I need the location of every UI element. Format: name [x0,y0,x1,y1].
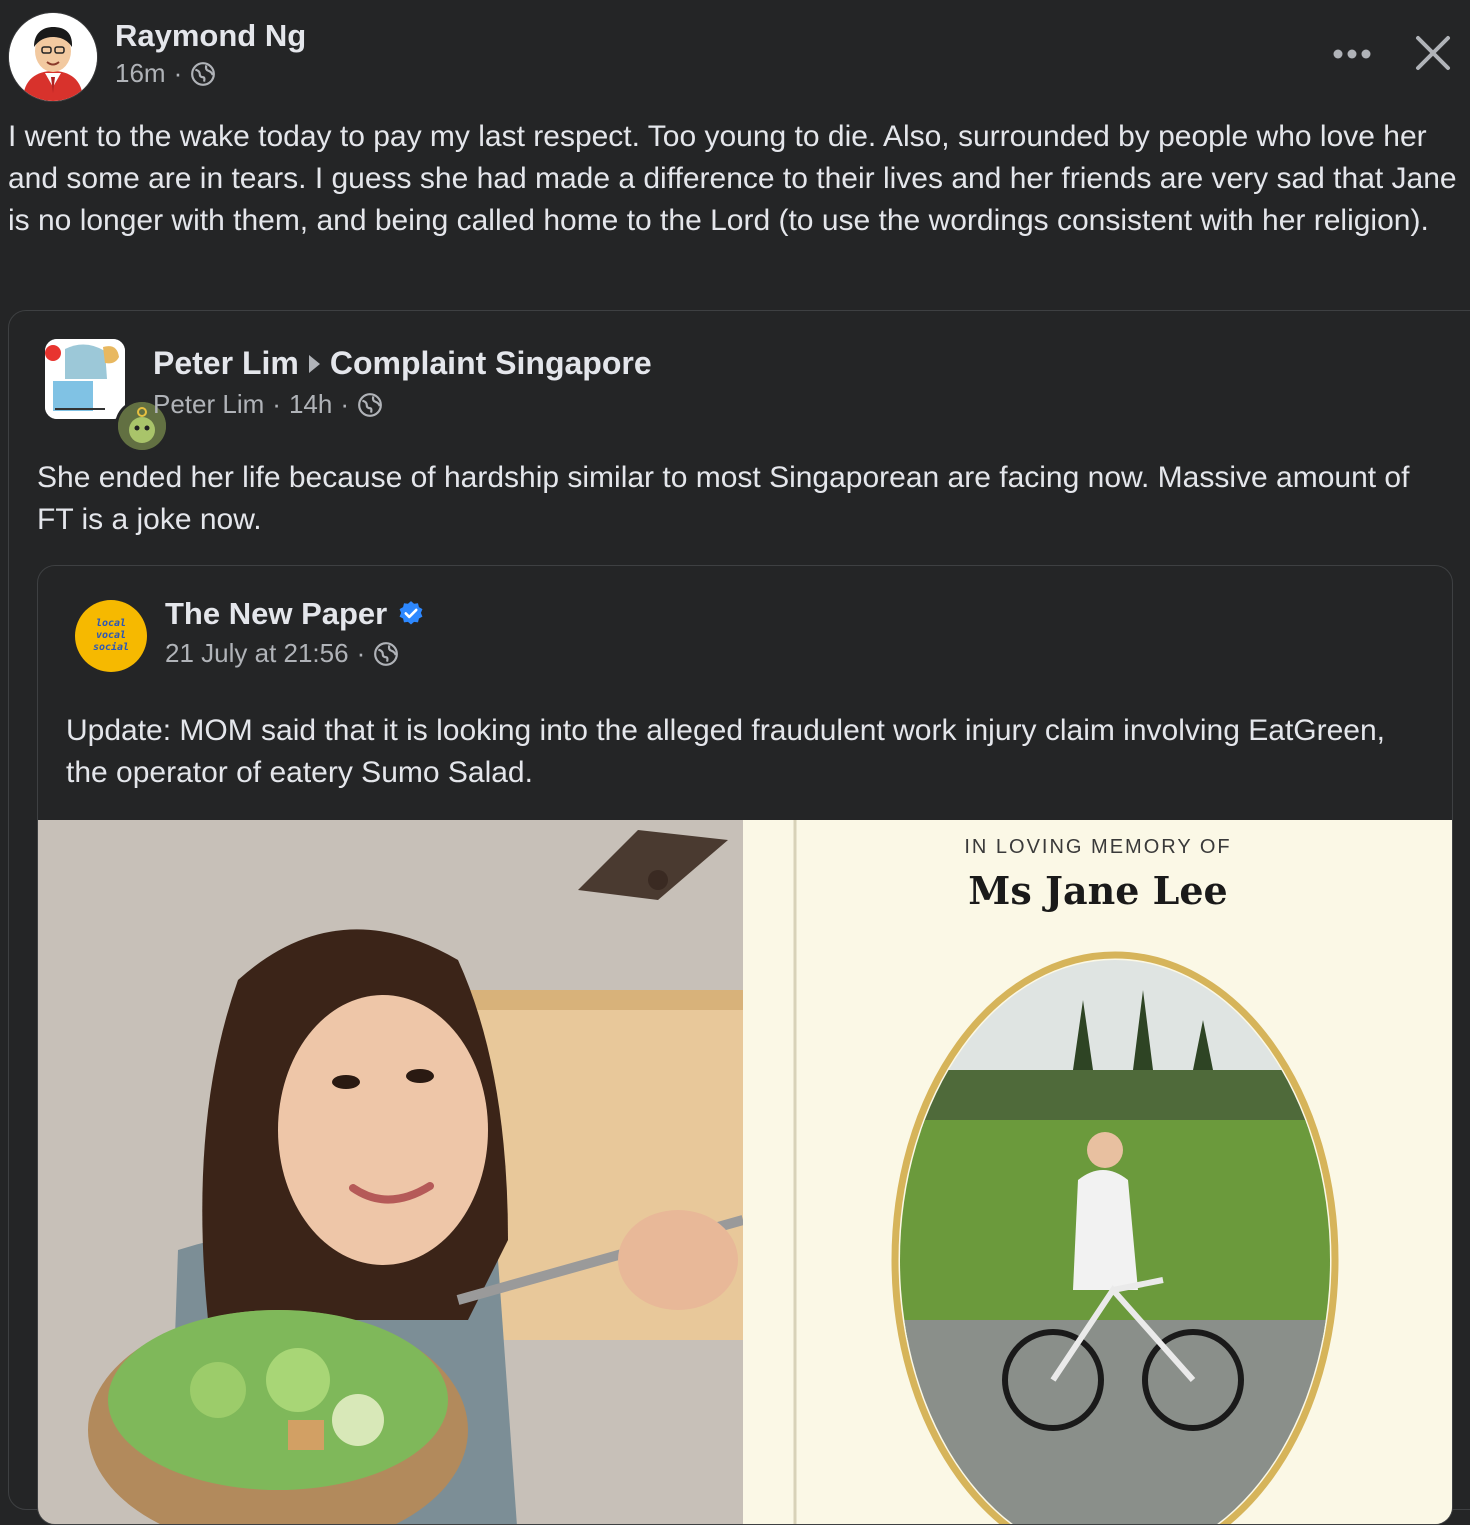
avatar-text-line: vocal [95,630,127,641]
memorial-illustration [743,820,1452,1524]
globe-icon[interactable] [190,61,216,87]
shared-post-meta: Peter Lim · 14h · [153,389,383,420]
shared-post-time[interactable]: 14h [289,389,332,420]
shared-author-avatar[interactable] [45,339,169,453]
shared-post-text: She ended her life because of hardship s… [37,461,1410,536]
avatar[interactable] [8,12,98,102]
shared-post-card[interactable]: Peter Lim Complaint Singapore Peter Lim … [8,310,1470,1525]
shared-post-title: Peter Lim Complaint Singapore [153,345,652,382]
avatar-text-line: social [92,642,130,653]
memorial-card-image[interactable]: IN LOVING MEMORY OF Ms Jane Lee [743,820,1452,1524]
close-button[interactable] [1408,28,1458,78]
inner-post-text: Update: MOM said that it is looking into… [66,714,1385,789]
meta-separator: · [340,389,349,419]
inner-post-meta: 21 July at 21:56 · [165,638,399,669]
memorial-name: Ms Jane Lee [968,868,1228,913]
post-time[interactable]: 16m [115,58,166,89]
avatar-text-line: local [95,618,127,629]
avatar-illustration [45,339,125,419]
memorial-caption: IN LOVING MEMORY OF [964,836,1232,858]
arrow-right-icon [308,354,320,373]
globe-icon[interactable] [373,641,399,667]
globe-icon[interactable] [357,392,383,418]
more-options-button[interactable] [1330,32,1374,76]
inner-post-card[interactable]: local vocal social The New Paper 21 July… [37,565,1453,1525]
verified-icon [399,601,423,625]
group-name[interactable]: Complaint Singapore [330,345,652,382]
photo-illustration [38,820,743,1524]
the-new-paper-avatar[interactable]: local vocal social [75,600,147,672]
meta-separator: · [356,638,366,668]
shared-author-name[interactable]: Peter Lim [153,345,299,382]
meta-separator: · [272,389,281,419]
inner-post-author: The New Paper [165,596,425,632]
post-meta: 16m · [115,58,216,89]
more-icon [1333,49,1371,59]
shared-sub-author[interactable]: Peter Lim [153,389,264,420]
post-author-name[interactable]: Raymond Ng [115,18,306,54]
inner-post-time[interactable]: 21 July at 21:56 [165,638,349,669]
avatar-illustration [9,13,97,101]
post-body-text: I went to the wake today to pay my last … [8,120,1457,237]
post-header: Raymond Ng 16m · [8,8,1462,102]
post-photo-woman-eating-salad[interactable] [38,820,743,1524]
close-icon [1416,36,1450,70]
inner-author-name[interactable]: The New Paper [165,596,387,632]
meta-separator: · [173,58,183,88]
